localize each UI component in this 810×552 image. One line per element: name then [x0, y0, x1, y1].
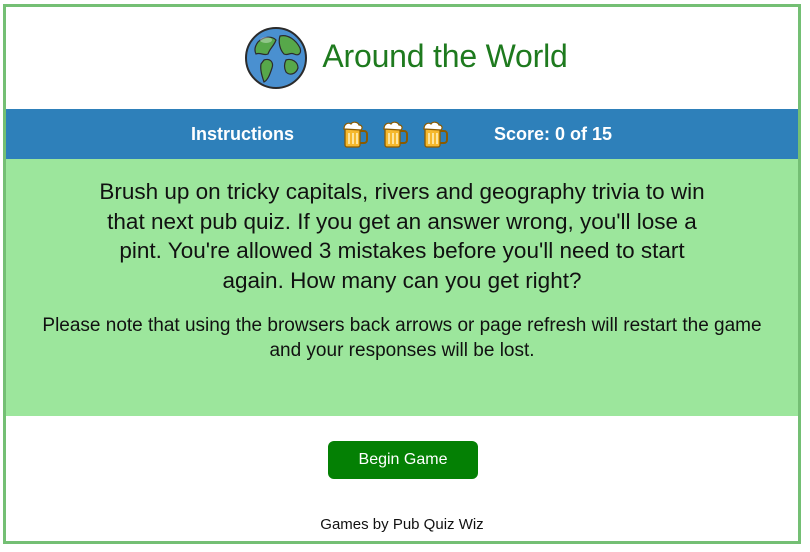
begin-game-button[interactable]: Begin Game — [328, 441, 478, 479]
status-bar: Instructions Score: 0 of 15 — [6, 109, 798, 159]
instructions-link[interactable]: Instructions — [191, 124, 294, 145]
lives-indicator — [340, 119, 450, 149]
refresh-warning: Please note that using the browsers back… — [42, 315, 762, 361]
page-frame: Around the World Instructions Score: 0 o… — [3, 4, 801, 544]
instructions-text: Brush up on tricky capitals, rivers and … — [99, 179, 705, 293]
beer-mug-icon — [423, 121, 448, 148]
instructions-panel: Brush up on tricky capitals, rivers and … — [6, 159, 798, 416]
page-title: Around the World — [322, 37, 568, 74]
site-header: Around the World — [6, 7, 798, 109]
actions-area: Begin Game Games by Pub Quiz Wiz — [6, 416, 798, 541]
beer-mug-icon — [343, 121, 368, 148]
beer-mug-icon — [383, 121, 408, 148]
globe-icon — [245, 27, 308, 89]
score-display: Score: 0 of 15 — [494, 124, 613, 144]
footer-credit: Games by Pub Quiz Wiz — [320, 516, 484, 533]
